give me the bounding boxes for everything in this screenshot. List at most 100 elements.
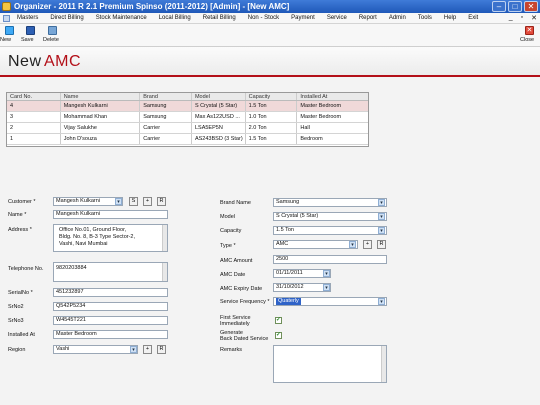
type-refresh-button[interactable]: R [377, 240, 386, 249]
chevron-down-icon[interactable]: ▾ [378, 227, 385, 234]
save-icon [25, 26, 35, 35]
document-icon [3, 15, 10, 22]
menu-service[interactable]: Service [327, 15, 347, 21]
page-title-amc: AMC [44, 53, 82, 70]
column-header[interactable]: Name [61, 93, 141, 100]
region-select[interactable]: Vashi [53, 345, 138, 354]
table-row[interactable]: 1 John D'souza Carrier AS243BSD (3 Star)… [7, 134, 368, 145]
menu-retail-billing[interactable]: Retail Billing [203, 15, 236, 21]
installed-at-label: Installed At [8, 332, 35, 338]
service-frequency-select[interactable]: Quaterly [273, 297, 387, 306]
menu-exit[interactable]: Exit [468, 15, 478, 21]
menu-payment[interactable]: Payment [291, 15, 315, 21]
table-cell: AS243BSD (3 Star) [192, 134, 246, 144]
generate-back-dated-checkbox[interactable]: ✓ [275, 332, 282, 339]
menu-direct-billing[interactable]: Direct Billing [50, 15, 83, 21]
column-header[interactable]: Installed At [297, 93, 368, 100]
minimize-button[interactable]: – [492, 1, 506, 12]
type-add-button[interactable]: + [363, 240, 372, 249]
telephone-field[interactable]: 9820203884 [53, 262, 168, 282]
table-cell: Mangesh Kulkarni [61, 101, 141, 111]
type-select[interactable]: AMC [273, 240, 358, 249]
menu-admin[interactable]: Admin [389, 15, 406, 21]
table-row[interactable]: 2 Vijay Salukhe Carrier LSA5EP5N 2.0 Ton… [7, 123, 368, 134]
address-line: Vashi, Navi Mumbai [59, 241, 108, 247]
table-row[interactable]: 3 Mohammad Khan Samsung Max As122USD ...… [7, 112, 368, 123]
menu-help[interactable]: Help [444, 15, 456, 21]
scrollbar[interactable] [162, 225, 167, 251]
region-refresh-button[interactable]: R [157, 345, 166, 354]
amc-amount-field[interactable]: 2500 [273, 255, 387, 264]
restore-button[interactable]: □ [508, 1, 522, 12]
customer-select[interactable]: Mangesh Kulkarni [53, 197, 123, 206]
menu-tools[interactable]: Tools [418, 15, 432, 21]
telephone-label: Telephone No. [8, 266, 44, 272]
table-cell: Samsung [140, 101, 192, 111]
name-field[interactable]: Mangesh Kulkarni [53, 210, 168, 219]
remarks-field[interactable] [273, 345, 387, 383]
region-add-button[interactable]: + [143, 345, 152, 354]
window-title: Organizer - 2011 R 2.1 Premium Spinso (2… [14, 2, 290, 11]
save-button[interactable]: Save [21, 26, 39, 43]
calendar-dropdown-icon[interactable]: ▾ [323, 284, 330, 291]
chevron-down-icon[interactable]: ▾ [349, 241, 356, 248]
column-header[interactable]: Brand [140, 93, 192, 100]
table-cell: 2 [7, 123, 61, 133]
name-label: Name * [8, 212, 27, 218]
child-close-button[interactable]: ✕ [531, 14, 537, 22]
serial-no-field[interactable]: 451232897 [53, 288, 168, 297]
calendar-dropdown-icon[interactable]: ▾ [323, 270, 330, 277]
app-icon [2, 2, 11, 11]
table-row[interactable]: 4 Mangesh Kulkarni Samsung S Crystal (5 … [7, 101, 368, 112]
generate-label-2: Back Dated Service [220, 336, 269, 342]
installed-at-field[interactable]: Master Bedroom [53, 330, 168, 339]
menu-report[interactable]: Report [359, 15, 377, 21]
customer-refresh-button[interactable]: R [157, 197, 166, 206]
column-header[interactable]: Card No. [7, 93, 61, 100]
table-cell: S Crystal (5 Star) [192, 101, 246, 111]
first-service-label-2: Immediately [220, 321, 250, 327]
telephone-value: 9820203884 [56, 265, 87, 271]
address-line: Bldg. No. 8, B-3 Type Sector-2, [59, 234, 136, 240]
child-restore-button[interactable]: ▫ [521, 14, 523, 22]
chevron-down-icon[interactable]: ▾ [378, 213, 385, 220]
child-minimize-button[interactable]: _ [509, 14, 513, 22]
new-button[interactable]: New [0, 26, 18, 43]
table-cell: Master Bedroom [300, 103, 342, 109]
chevron-down-icon[interactable]: ▾ [378, 298, 385, 305]
customer-add-button[interactable]: + [143, 197, 152, 206]
table-cell: 1.0 Ton [246, 112, 298, 122]
srno2-field[interactable]: Q542P5234 [53, 302, 168, 311]
table-cell: Carrier [140, 123, 192, 133]
menu-stock-maintenance[interactable]: Stock Maintenance [96, 15, 147, 21]
scrollbar[interactable] [381, 346, 386, 382]
table-cell: LSA5EP5N [192, 123, 246, 133]
customer-search-button[interactable]: S [129, 197, 138, 206]
close-button[interactable]: Close [520, 26, 538, 43]
brand-select[interactable]: Samsung [273, 198, 387, 207]
delete-button[interactable]: Delete [43, 26, 61, 43]
chevron-down-icon[interactable]: ▾ [130, 346, 137, 353]
chevron-down-icon[interactable]: ▾ [115, 198, 122, 205]
srno2-label: SrNo2 [8, 304, 24, 310]
close-window-button[interactable]: ✕ [524, 1, 538, 12]
menu-local-billing[interactable]: Local Billing [159, 15, 191, 21]
new-icon [4, 26, 14, 35]
chevron-down-icon[interactable]: ▾ [378, 199, 385, 206]
model-select[interactable]: S Crystal (5 Star) [273, 212, 387, 221]
delete-icon [47, 26, 57, 35]
srno3-field[interactable]: W4545T221 [53, 316, 168, 325]
menu-masters[interactable]: Masters [17, 15, 38, 21]
amc-grid[interactable]: Card No. Name Brand Model Capacity Insta… [6, 92, 369, 147]
page-header: New AMC [0, 47, 540, 77]
capacity-select[interactable]: 1.5 Ton [273, 226, 387, 235]
address-field[interactable]: Office No.01, Ground Floor, Bldg. No. 8,… [53, 224, 168, 252]
first-service-checkbox[interactable]: ✓ [275, 317, 282, 324]
customer-label: Customer * [8, 199, 36, 205]
column-header[interactable]: Capacity [246, 93, 298, 100]
table-cell: Hall [300, 125, 310, 131]
scrollbar[interactable] [162, 263, 167, 281]
close-icon [524, 26, 534, 35]
column-header[interactable]: Model [192, 93, 246, 100]
menu-non-stock[interactable]: Non - Stock [248, 15, 279, 21]
